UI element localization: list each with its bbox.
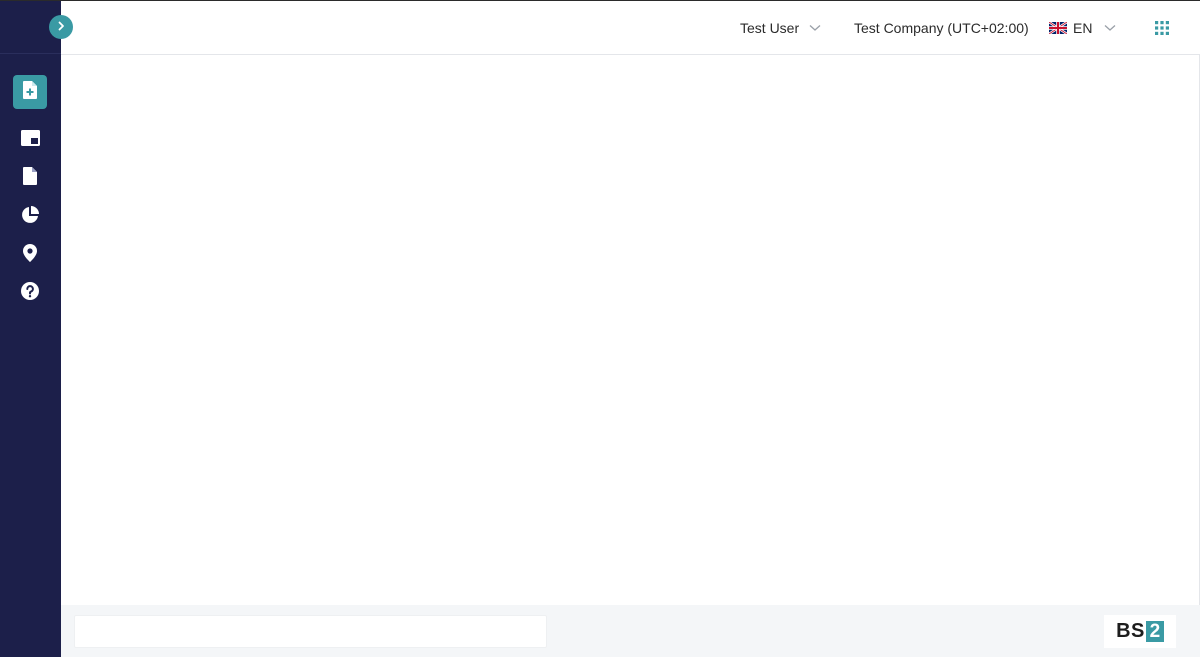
company-selector[interactable]: Test Company (UTC+02:00) [854,1,1029,54]
language-selector[interactable]: EN [1049,1,1116,54]
apps-menu-button[interactable] [1155,1,1169,54]
map-pin-icon [23,243,37,267]
chevron-down-icon [1104,24,1116,32]
footer: BS 2 [61,605,1200,657]
sidebar [0,1,61,657]
user-menu[interactable]: Test User [740,1,821,54]
logo-box: 2 [1145,621,1164,642]
bs2-logo: BS 2 [1104,615,1176,648]
sidebar-item-reports[interactable] [13,200,47,234]
pie-chart-icon [21,205,39,229]
chevron-down-icon [809,24,821,32]
top-header: Test User Test Company (UTC+02:00) EN [61,1,1200,55]
sidebar-expand-button[interactable] [49,15,73,39]
chevron-right-icon [56,18,66,36]
sidebar-item-new-document[interactable] [13,75,47,109]
footer-input-box[interactable] [74,615,547,648]
file-plus-icon [22,80,38,104]
sidebar-item-locations[interactable] [13,238,47,272]
file-icon [23,166,37,190]
grid-icon [1155,20,1169,35]
uk-flag-icon [1049,21,1067,34]
question-circle-icon [21,281,39,305]
language-code: EN [1073,19,1093,36]
user-name: Test User [740,19,800,36]
sidebar-item-dashboard[interactable] [13,123,47,157]
company-name: Test Company (UTC+02:00) [854,19,1029,36]
logo-text: BS [1116,620,1145,642]
sidebar-item-help[interactable] [13,276,47,310]
window-icon [20,129,40,151]
main-content-area [61,55,1200,605]
sidebar-item-documents[interactable] [13,161,47,195]
